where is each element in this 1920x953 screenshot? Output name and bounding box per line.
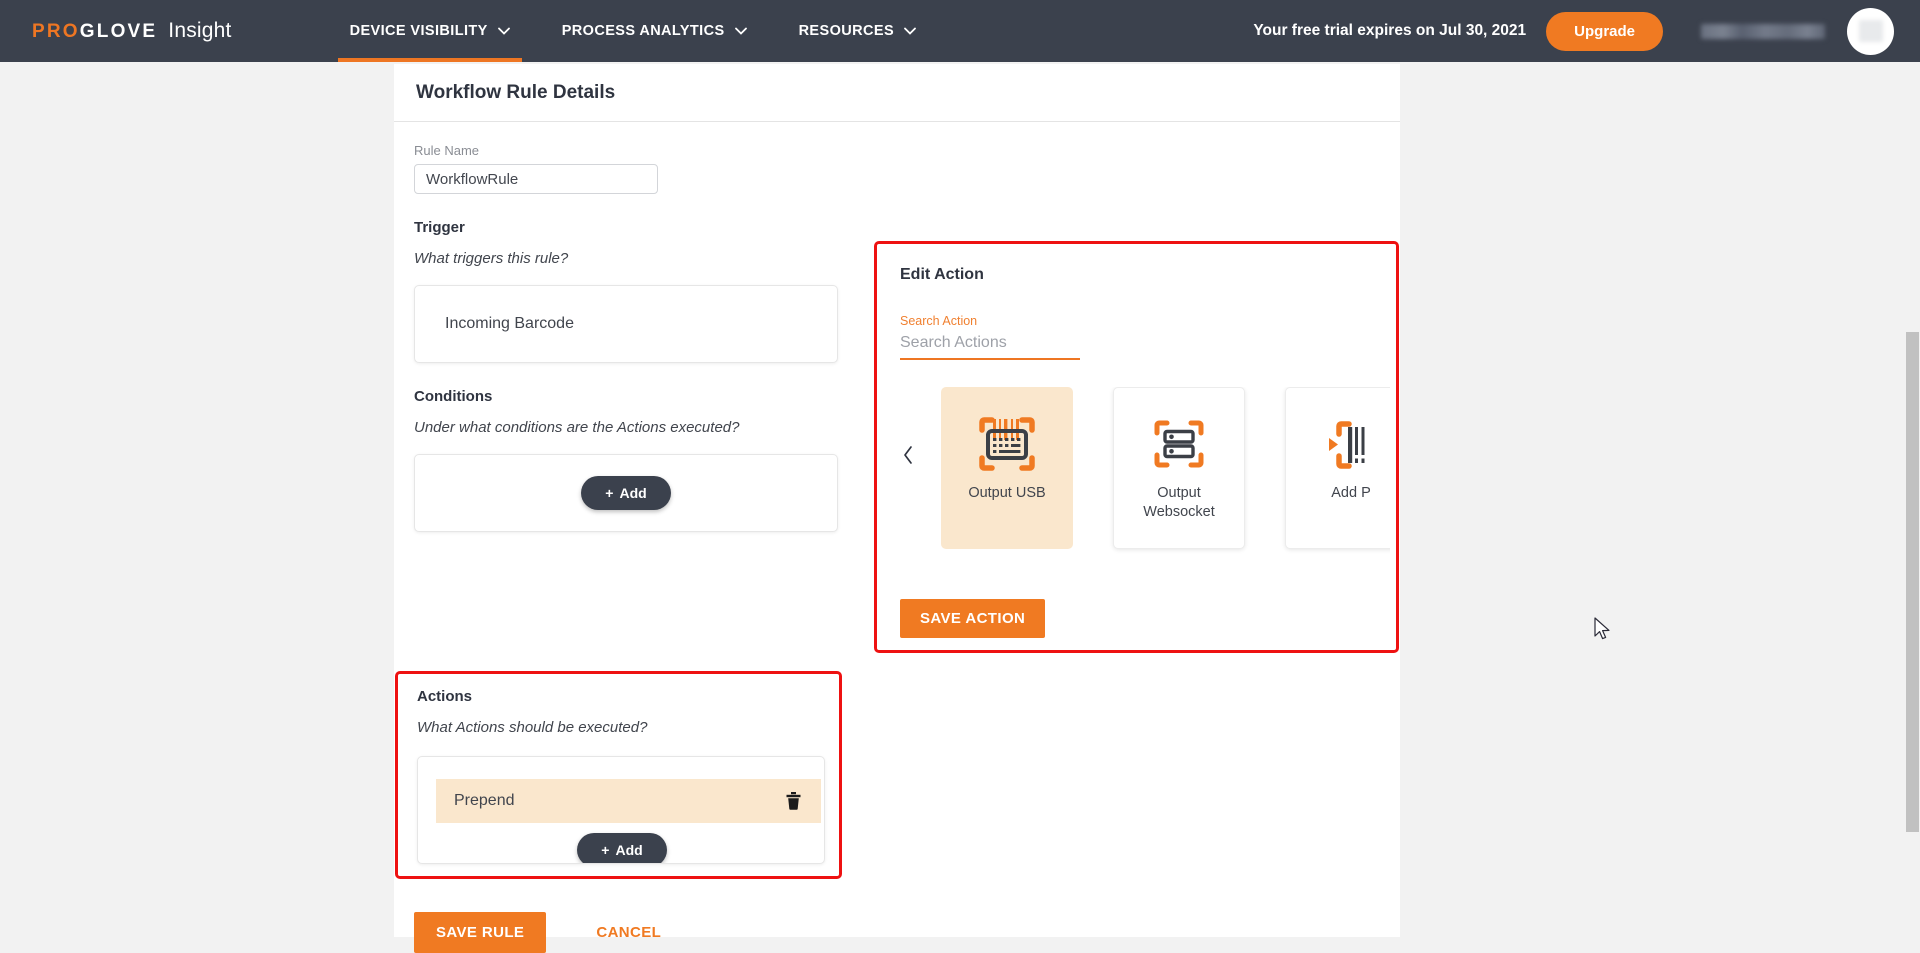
- upgrade-button[interactable]: Upgrade: [1546, 11, 1663, 51]
- scrollbar-track[interactable]: [1903, 62, 1920, 937]
- add-condition-button[interactable]: + Add: [581, 476, 671, 510]
- trash-icon[interactable]: [786, 792, 801, 810]
- plus-icon: +: [601, 842, 610, 858]
- trigger-section-title: Trigger: [414, 219, 465, 236]
- action-carousel-track: Output USB Output Websocket Add P: [941, 387, 1390, 557]
- avatar[interactable]: [1847, 7, 1894, 55]
- action-carousel: Output USB Output Websocket Add P: [877, 387, 1396, 557]
- action-card-label: Output Websocket: [1143, 485, 1215, 520]
- actions-section: Actions What Actions should be executed?…: [398, 674, 839, 864]
- card-header: Workflow Rule Details: [394, 64, 1400, 122]
- cancel-button[interactable]: CANCEL: [590, 923, 667, 942]
- conditions-section-title: Conditions: [414, 388, 493, 405]
- main-nav-items: DEVICE VISIBILITY PROCESS ANALYTICS RESO…: [324, 0, 942, 62]
- actions-add-wrapper: + Add: [418, 833, 824, 863]
- action-card-label: Output USB: [968, 485, 1046, 501]
- save-action-button[interactable]: SAVE ACTION: [900, 599, 1046, 638]
- edit-action-title: Edit Action: [900, 266, 984, 283]
- conditions-panel: + Add: [414, 454, 838, 532]
- action-card-output-usb[interactable]: Output USB: [941, 387, 1073, 549]
- actions-section-highlight: Actions What Actions should be executed?…: [395, 671, 842, 879]
- top-navigation-bar: PRO GLOVE Insight DEVICE VISIBILITY PROCE…: [0, 0, 1920, 62]
- nav-item-label: PROCESS ANALYTICS: [561, 23, 725, 39]
- save-rule-button[interactable]: SAVE RULE: [414, 912, 547, 953]
- search-action-wrapper: [900, 332, 1080, 360]
- brand-pro-text: PRO: [32, 21, 80, 42]
- nav-item-label: DEVICE VISIBILITY: [349, 23, 488, 39]
- search-input[interactable]: [900, 332, 1080, 360]
- nav-item-resources[interactable]: RESOURCES: [773, 0, 942, 62]
- workflow-rule-details-card: Workflow Rule Details Rule Name Trigger …: [394, 64, 1400, 953]
- chevron-left-icon[interactable]: [898, 443, 918, 467]
- nav-right-section: Your free trial expires on Jul 30, 2021 …: [1253, 7, 1894, 55]
- list-item[interactable]: Prepend: [436, 779, 821, 823]
- barcode-keyboard-icon: [971, 408, 1043, 480]
- brand-logo[interactable]: PRO GLOVE Insight: [32, 19, 232, 43]
- nav-item-device-visibility[interactable]: DEVICE VISIBILITY: [324, 0, 536, 62]
- conditions-section-subtitle: Under what conditions are the Actions ex…: [414, 419, 740, 436]
- add-condition-label: Add: [619, 485, 647, 501]
- trigger-item-label: Incoming Barcode: [445, 315, 574, 332]
- page-title: Workflow Rule Details: [416, 81, 616, 103]
- plus-icon: +: [605, 485, 614, 501]
- add-action-button[interactable]: + Add: [577, 833, 667, 863]
- action-card-output-websocket[interactable]: Output Websocket: [1113, 387, 1245, 549]
- footer-actions: SAVE RULE CANCEL: [414, 912, 667, 953]
- action-card-label: Add P: [1331, 485, 1371, 501]
- trigger-section-subtitle: What triggers this rule?: [414, 250, 569, 267]
- action-card-add-prefix[interactable]: Add P: [1285, 387, 1390, 549]
- chevron-down-icon: [497, 23, 510, 39]
- action-item-label: Prepend: [454, 792, 515, 809]
- add-prefix-barcode-icon: [1315, 408, 1387, 480]
- rule-name-input[interactable]: [414, 164, 658, 194]
- trigger-panel[interactable]: Incoming Barcode: [414, 285, 838, 363]
- brand-glove-text: GLOVE: [79, 21, 158, 42]
- scrollbar-thumb[interactable]: [1906, 332, 1919, 832]
- edit-action-panel-highlight: Edit Action Search Action Search Actions…: [874, 241, 1399, 653]
- search-action-label: Search Action: [900, 314, 978, 328]
- nav-item-label: RESOURCES: [798, 23, 895, 39]
- rule-name-label: Rule Name: [414, 143, 480, 158]
- page-background: Workflow Rule Details Rule Name Trigger …: [0, 62, 1920, 953]
- chevron-down-icon: [734, 23, 747, 39]
- add-action-label: Add: [615, 842, 643, 858]
- server-scan-icon: [1143, 408, 1215, 480]
- chevron-down-icon: [904, 23, 916, 39]
- trial-expiry-text: Your free trial expires on Jul 30, 2021: [1253, 22, 1527, 39]
- account-name-redacted: [1701, 23, 1825, 39]
- left-column: Rule Name Trigger What triggers this rul…: [394, 122, 864, 532]
- actions-section-subtitle: What Actions should be executed?: [417, 719, 648, 736]
- brand-product-name: Insight: [168, 19, 232, 42]
- nav-item-process-analytics[interactable]: PROCESS ANALYTICS: [536, 0, 773, 62]
- actions-section-title: Actions: [417, 688, 473, 705]
- actions-panel: Prepend + Add: [417, 756, 825, 864]
